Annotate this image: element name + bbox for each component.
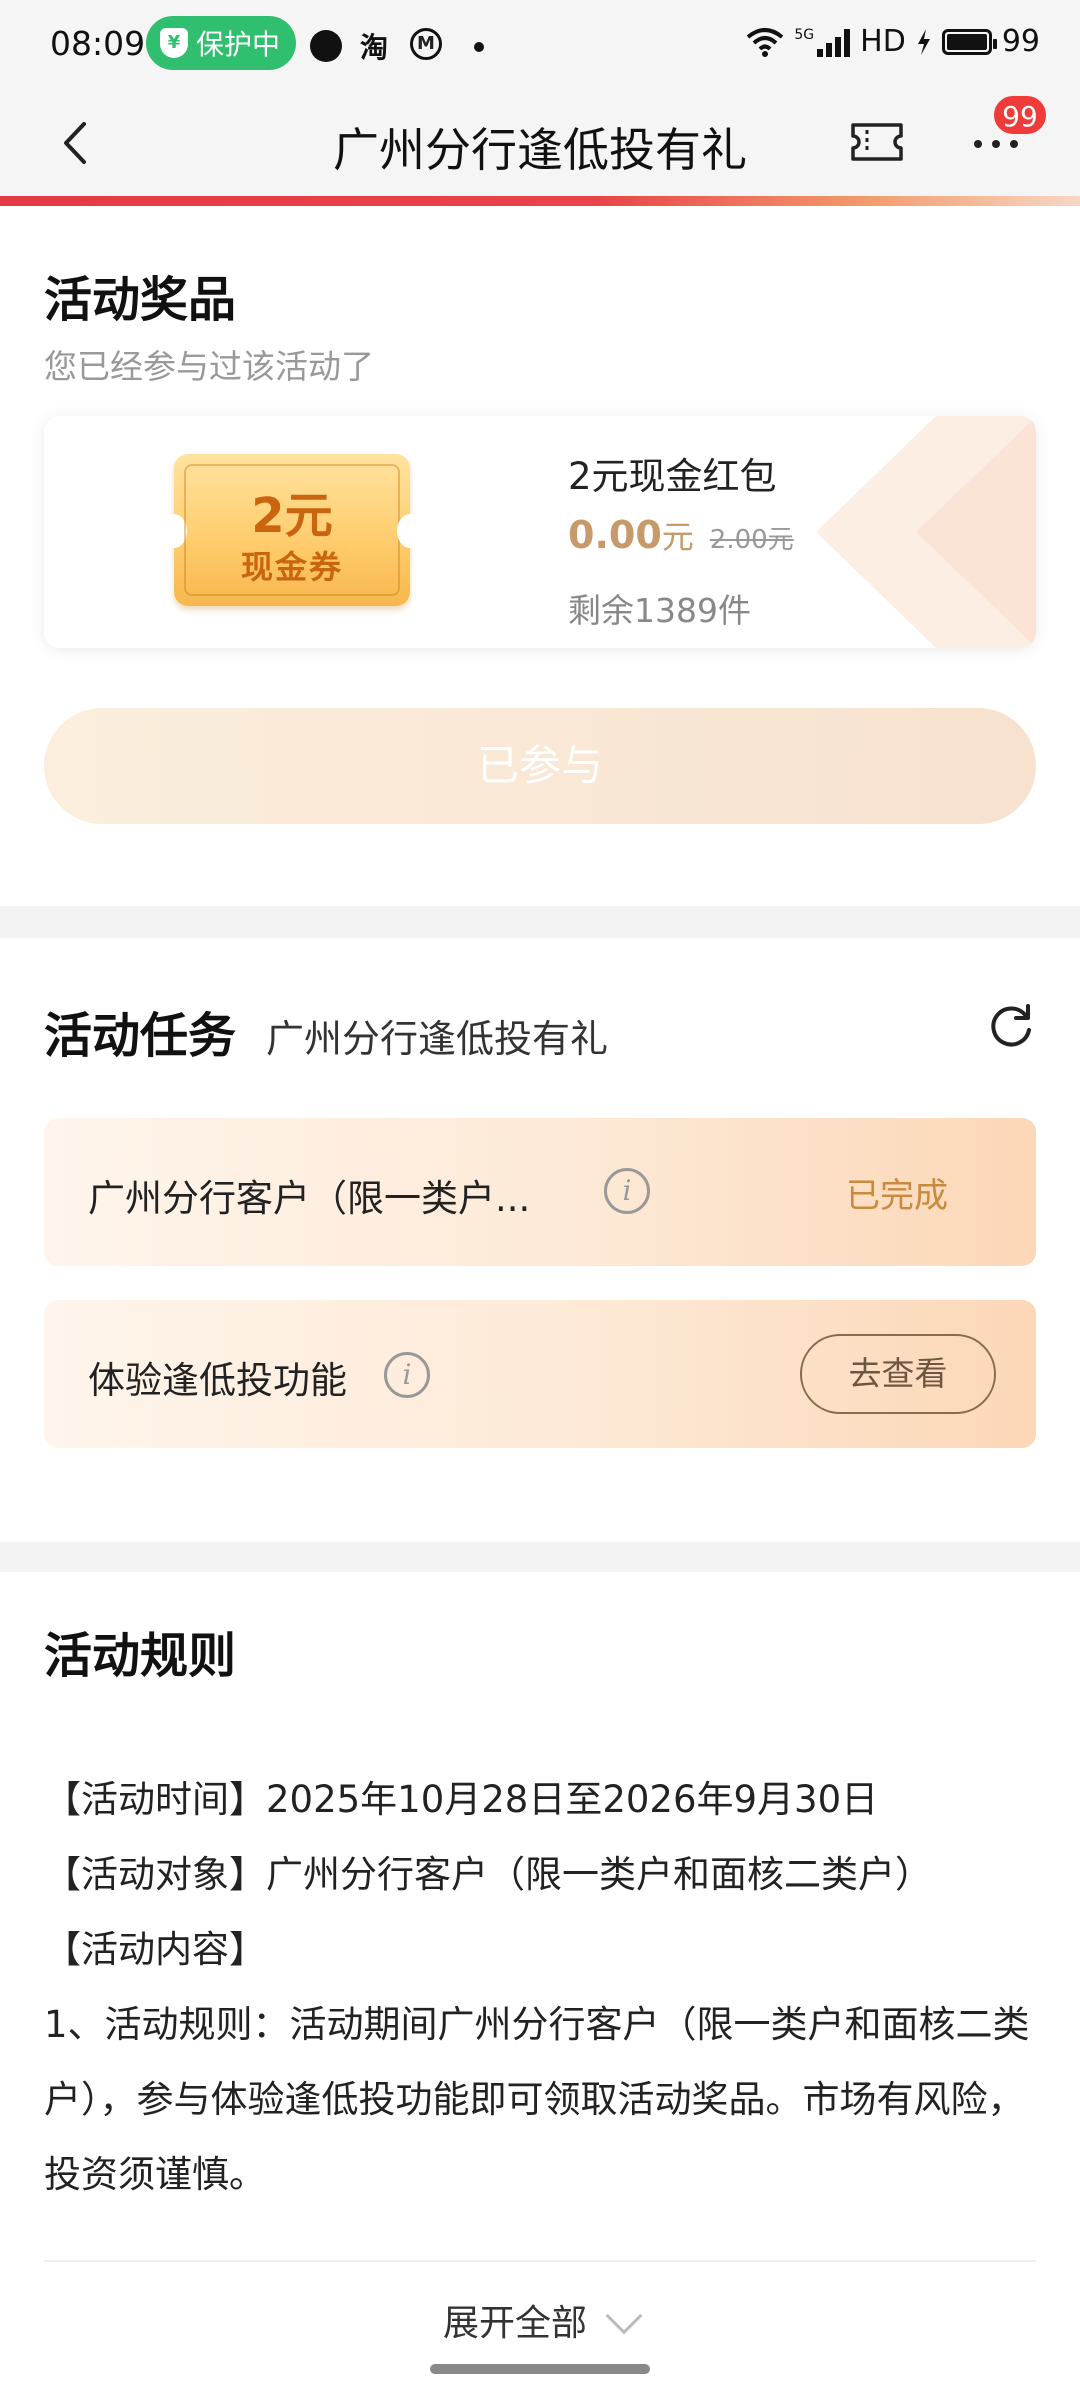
price-now: 0.00: [568, 513, 662, 557]
rules-body: 【活动时间】2025年10月28日至2026年9月30日 【活动对象】广州分行客…: [44, 1762, 1044, 2212]
charging-icon: [917, 28, 930, 55]
expand-label: 展开全部: [442, 2303, 587, 2340]
home-indicator[interactable]: [430, 2364, 650, 2374]
task-status-completed: 已完成: [846, 1176, 948, 1216]
signal-icon: 5G: [794, 26, 851, 57]
prize-card[interactable]: 2元 现金券 2元现金红包 0.00 元 2.00元 剩余1389件: [44, 416, 1036, 648]
coupon-label: 现金券: [240, 548, 343, 586]
protect-badge: ¥ 保护中: [146, 16, 296, 70]
more-notifications-dot: [474, 42, 484, 52]
task-label: 广州分行客户（限一类户...: [88, 1177, 531, 1220]
rule-line: 【活动内容】: [44, 1928, 266, 1971]
status-right: 5G HD 99: [746, 24, 1040, 59]
wifi-icon: [747, 27, 784, 57]
status-bar: 08:09 ¥ 保护中 淘 M 5G HD 99: [0, 0, 1080, 90]
status-time: 08:09: [50, 24, 146, 63]
prize-stock: 剩余1389件: [568, 591, 751, 630]
metro-icon: M: [410, 28, 442, 60]
page-title: 广州分行逢低投有礼: [333, 123, 747, 177]
prize-section: 活动奖品 您已经参与过该活动了 2元 现金券 2元现金红包 0.00 元 2.0…: [0, 206, 1080, 906]
rules-section: 活动规则 【活动时间】2025年10月28日至2026年9月30日 【活动对象】…: [0, 1572, 1080, 2400]
network-label: 5G: [794, 26, 815, 43]
info-icon[interactable]: i: [604, 1168, 650, 1214]
price-row: 0.00 元 2.00元: [568, 512, 794, 558]
rule-line: 【活动对象】广州分行客户（限一类户和面核二类户）: [44, 1853, 932, 1896]
task-label: 体验逢低投功能: [88, 1359, 347, 1402]
rules-divider: [44, 2260, 1036, 2262]
section-divider: [0, 906, 1080, 938]
price-original: 2.00元: [709, 525, 794, 555]
coupon-amount: 2元: [251, 488, 333, 544]
battery-icon: [941, 28, 997, 55]
prize-name: 2元现金红包: [568, 455, 777, 498]
task-row[interactable]: 广州分行客户（限一类户... i 已完成: [44, 1118, 1036, 1266]
rule-line: 1、活动规则：活动期间广州分行客户（限一类户和面核二类户），参与体验逢低投功能即…: [44, 2003, 1030, 2196]
notification-badge: 99: [992, 94, 1048, 136]
shield-icon: ¥: [160, 28, 188, 58]
joined-button[interactable]: 已参与: [44, 708, 1036, 824]
taobao-icon: 淘: [360, 31, 389, 64]
chevron-decoration-icon: [816, 416, 1036, 648]
ticket-icon[interactable]: [850, 122, 904, 162]
coupon-image: 2元 现金券: [161, 454, 423, 606]
refresh-icon[interactable]: [986, 1002, 1036, 1052]
battery-level: 99: [1001, 24, 1040, 59]
chevron-down-icon: [605, 2297, 643, 2335]
rule-line: 【活动时间】2025年10月28日至2026年9月30日: [44, 1778, 879, 1821]
protect-label: 保护中: [196, 28, 281, 61]
task-subtitle: 广州分行逢低投有礼: [266, 1017, 609, 1061]
hd-label: HD: [860, 24, 906, 59]
header-accent-bar: [0, 196, 1080, 206]
task-section: 活动任务 广州分行逢低投有礼 广州分行客户（限一类户... i 已完成 体验逢低…: [0, 938, 1080, 1542]
nav-header: 广州分行逢低投有礼 99: [0, 90, 1080, 196]
prize-subtitle: 您已经参与过该活动了: [44, 347, 374, 386]
go-view-button[interactable]: 去查看: [800, 1334, 996, 1414]
prize-section-title: 活动奖品: [44, 272, 237, 328]
info-icon[interactable]: i: [384, 1352, 430, 1398]
rules-section-title: 活动规则: [44, 1628, 237, 1684]
task-row[interactable]: 体验逢低投功能 i 去查看: [44, 1300, 1036, 1448]
price-unit: 元: [661, 518, 694, 556]
app-notification-icon: [310, 30, 342, 62]
task-section-title: 活动任务: [44, 1008, 237, 1064]
section-divider: [0, 1542, 1080, 1572]
expand-all-button[interactable]: 展开全部: [0, 2294, 1080, 2340]
